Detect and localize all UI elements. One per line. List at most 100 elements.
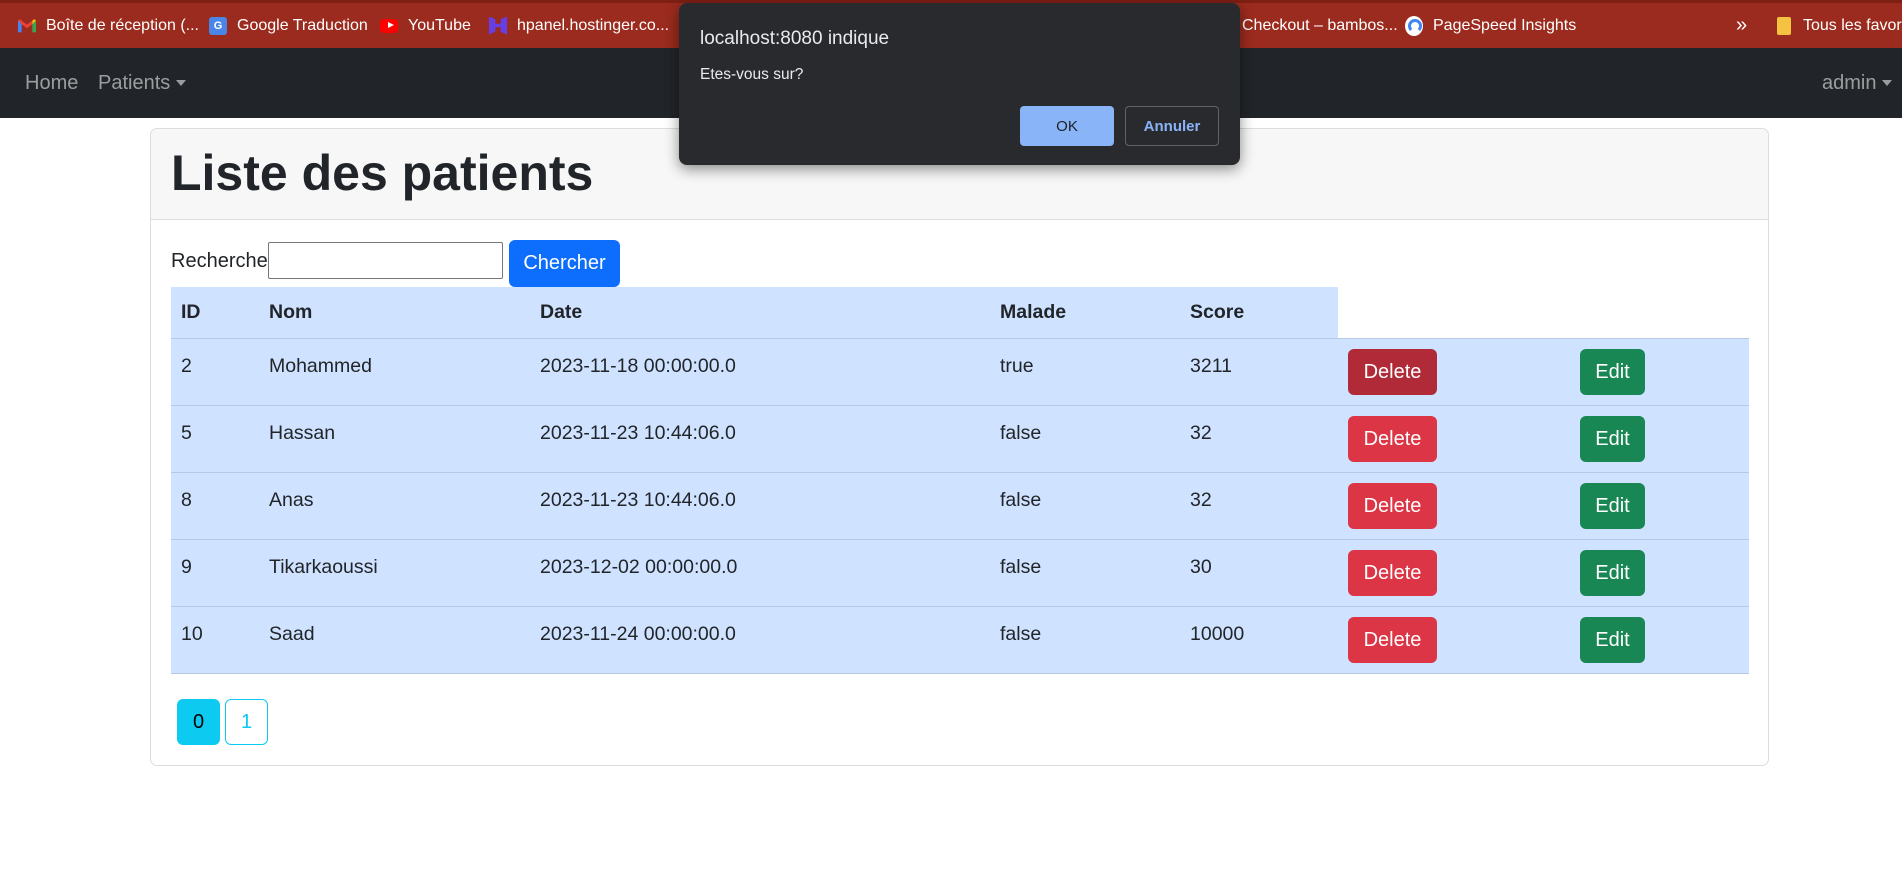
nav-patients-label: Patients	[98, 71, 171, 94]
patients-table: ID Nom Date Malade Score 2 Mohammed 2023…	[171, 287, 1749, 674]
nav-user-label: admin	[1822, 71, 1877, 94]
bookmark-label: PageSpeed Insights	[1433, 16, 1577, 34]
cell-id: 8	[171, 472, 259, 540]
cell-score: 32	[1180, 472, 1338, 540]
nav-home-link[interactable]: Home	[25, 48, 78, 118]
cell-edit: Edit	[1570, 606, 1749, 674]
cell-score: 30	[1180, 539, 1338, 607]
table-row: 9 Tikarkaoussi 2023-12-02 00:00:00.0 fal…	[171, 539, 1749, 607]
cell-score: 3211	[1180, 338, 1338, 406]
cell-malade: false	[990, 606, 1180, 674]
dialog-cancel-button[interactable]: Annuler	[1125, 106, 1219, 146]
cell-delete: Delete	[1338, 338, 1570, 406]
cell-edit: Edit	[1570, 338, 1749, 406]
folder-icon	[1775, 16, 1793, 35]
cell-date: 2023-11-23 10:44:06.0	[530, 405, 990, 473]
bookmark-checkout[interactable]: Checkout – bambos...	[1242, 3, 1398, 48]
youtube-icon	[380, 17, 398, 35]
edit-button[interactable]: Edit	[1580, 550, 1645, 596]
edit-button[interactable]: Edit	[1580, 483, 1645, 529]
page-title: Liste des patients	[171, 145, 594, 201]
column-header-malade: Malade	[990, 287, 1180, 339]
delete-button[interactable]: Delete	[1348, 550, 1437, 596]
patients-card: Liste des patients Recherche Chercher ID…	[150, 128, 1769, 766]
cell-malade: false	[990, 539, 1180, 607]
bookmark-label: YouTube	[408, 16, 471, 34]
cell-date: 2023-12-02 00:00:00.0	[530, 539, 990, 607]
cell-score: 10000	[1180, 606, 1338, 674]
bookmark-youtube[interactable]: YouTube	[380, 3, 471, 48]
cell-id: 5	[171, 405, 259, 473]
bookmark-label: hpanel.hostinger.co...	[517, 16, 670, 34]
cell-delete: Delete	[1338, 606, 1570, 674]
cell-nom: Hassan	[259, 405, 530, 473]
bookmark-label: Boîte de réception (...	[46, 16, 199, 34]
bookmark-label: Checkout – bambos...	[1242, 16, 1398, 34]
cell-id: 9	[171, 539, 259, 607]
edit-button[interactable]: Edit	[1580, 349, 1645, 395]
cell-id: 10	[171, 606, 259, 674]
column-header-delete	[1338, 287, 1570, 339]
all-bookmarks-label: Tous les favoris	[1803, 16, 1902, 34]
bookmark-pagespeed[interactable]: PageSpeed Insights	[1405, 3, 1576, 48]
google-translate-icon: G	[209, 16, 227, 35]
cell-nom: Saad	[259, 606, 530, 674]
cell-malade: true	[990, 338, 1180, 406]
search-button[interactable]: Chercher	[509, 240, 620, 287]
table-row: 2 Mohammed 2023-11-18 00:00:00.0 true 32…	[171, 338, 1749, 406]
cell-nom: Tikarkaoussi	[259, 539, 530, 607]
caret-down-icon	[176, 80, 187, 86]
cell-edit: Edit	[1570, 472, 1749, 540]
column-header-date: Date	[530, 287, 990, 339]
bookmark-label: Google Traduction	[237, 16, 368, 34]
delete-button[interactable]: Delete	[1348, 617, 1437, 663]
table-header-row: ID Nom Date Malade Score	[171, 287, 1749, 339]
caret-down-icon	[1882, 80, 1893, 86]
pagination: 0 1	[177, 699, 268, 745]
cell-nom: Mohammed	[259, 338, 530, 406]
cell-date: 2023-11-24 00:00:00.0	[530, 606, 990, 674]
edit-button[interactable]: Edit	[1580, 416, 1645, 462]
hostinger-icon	[489, 16, 507, 35]
cell-delete: Delete	[1338, 539, 1570, 607]
page-button-1[interactable]: 1	[225, 699, 268, 745]
delete-button[interactable]: Delete	[1348, 416, 1437, 462]
bookmark-hostinger[interactable]: hpanel.hostinger.co...	[489, 3, 669, 48]
cell-id: 2	[171, 338, 259, 406]
delete-button[interactable]: Delete	[1348, 349, 1437, 395]
search-label: Recherche	[171, 250, 268, 272]
dialog-ok-button[interactable]: OK	[1020, 106, 1114, 146]
cell-delete: Delete	[1338, 472, 1570, 540]
table-row: 5 Hassan 2023-11-23 10:44:06.0 false 32 …	[171, 405, 1749, 473]
cell-nom: Anas	[259, 472, 530, 540]
column-header-nom: Nom	[259, 287, 530, 339]
cell-date: 2023-11-18 00:00:00.0	[530, 338, 990, 406]
gmail-icon	[18, 17, 36, 35]
cell-delete: Delete	[1338, 405, 1570, 473]
cell-edit: Edit	[1570, 539, 1749, 607]
cell-score: 32	[1180, 405, 1338, 473]
column-header-edit	[1570, 287, 1749, 339]
cell-date: 2023-11-23 10:44:06.0	[530, 472, 990, 540]
nav-user-dropdown[interactable]: admin	[1822, 48, 1893, 118]
confirm-dialog: localhost:8080 indique Etes-vous sur? OK…	[679, 3, 1240, 165]
bookmark-google-translate[interactable]: G Google Traduction	[209, 3, 368, 48]
cell-edit: Edit	[1570, 405, 1749, 473]
bookmark-gmail[interactable]: Boîte de réception (...	[18, 3, 199, 48]
dialog-message: Etes-vous sur?	[700, 66, 804, 83]
all-bookmarks-folder[interactable]: Tous les favoris	[1775, 3, 1902, 48]
table-row: 10 Saad 2023-11-24 00:00:00.0 false 1000…	[171, 606, 1749, 674]
delete-button[interactable]: Delete	[1348, 483, 1437, 529]
table-row: 8 Anas 2023-11-23 10:44:06.0 false 32 De…	[171, 472, 1749, 540]
cell-malade: false	[990, 405, 1180, 473]
more-bookmarks-chevron-icon[interactable]: »	[1736, 3, 1747, 48]
edit-button[interactable]: Edit	[1580, 617, 1645, 663]
nav-patients-dropdown[interactable]: Patients	[98, 48, 187, 118]
column-header-score: Score	[1180, 287, 1338, 339]
dialog-title: localhost:8080 indique	[700, 28, 890, 49]
cell-malade: false	[990, 472, 1180, 540]
page-button-0[interactable]: 0	[177, 699, 220, 745]
pagespeed-icon	[1405, 15, 1423, 36]
search-input[interactable]	[268, 242, 503, 279]
column-header-id: ID	[171, 287, 259, 339]
